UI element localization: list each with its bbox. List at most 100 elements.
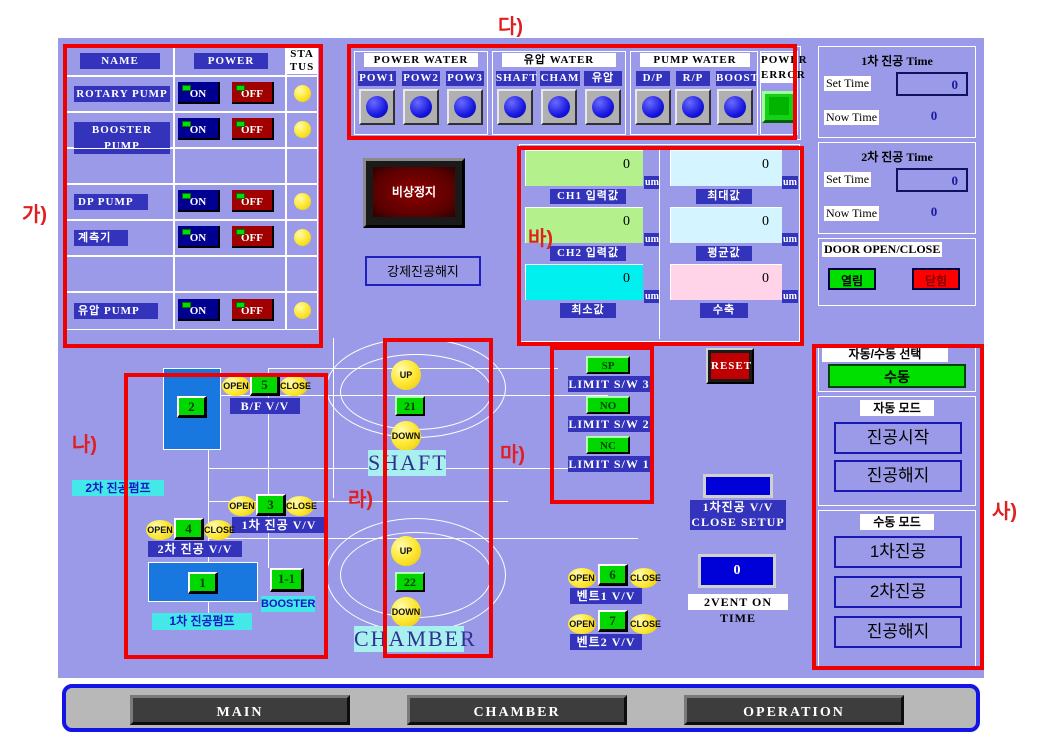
bf-valve-open-circle[interactable]: OPEN: [222, 376, 250, 396]
cham-water-indicator-button[interactable]: [541, 89, 577, 125]
boost-water-indicator-button[interactable]: [717, 89, 753, 125]
pow1-label: POW1: [358, 71, 396, 86]
limit-switch-2-state[interactable]: NO: [586, 396, 630, 414]
shaft-position-value[interactable]: 21: [395, 396, 425, 416]
vent2-open-circle[interactable]: OPEN: [568, 614, 596, 634]
vent-on-time-input[interactable]: 0: [698, 554, 776, 588]
nav-button-main[interactable]: MAIN: [130, 695, 350, 725]
primary-set-time-label: Set Time: [824, 76, 872, 91]
valve-5-button[interactable]: 5: [250, 374, 280, 396]
indicator-core: [769, 97, 789, 115]
dp-water-indicator-button[interactable]: [635, 89, 671, 125]
secondary-set-time-label: Set Time: [824, 172, 872, 187]
shaft-water-indicator-button[interactable]: [497, 89, 533, 125]
open-label: OPEN: [569, 619, 595, 629]
close-setup-value-box[interactable]: [703, 474, 773, 498]
vent1-open-circle[interactable]: OPEN: [568, 568, 596, 588]
gauge-off-button[interactable]: OFF: [232, 226, 274, 248]
gauge-on-button[interactable]: ON: [178, 226, 220, 248]
nav-button-chamber[interactable]: CHAMBER: [407, 695, 627, 725]
primary-valve-open-circle[interactable]: OPEN: [228, 496, 256, 516]
limit-switch-1-state[interactable]: NC: [586, 436, 630, 454]
close-label: CLOSE: [630, 573, 662, 583]
shrinkage-caption: 수축: [700, 303, 748, 318]
valve-2-button[interactable]: 2: [177, 396, 207, 418]
hydraulic-water-label: 유압: [584, 71, 622, 86]
measurement-values-panel: 0 um CH1 입력값 0 um CH2 입력값 0 um 최소값 0 um …: [519, 144, 800, 342]
valve-3-button[interactable]: 3: [256, 494, 286, 516]
close-label: CLOSE: [204, 525, 236, 535]
led-indicator: [236, 85, 245, 91]
gauge-status-lamp: [294, 229, 311, 246]
hydraulic-water-indicator-button[interactable]: [585, 89, 621, 125]
auto-vacuum-start-button[interactable]: 진공시작: [834, 422, 962, 454]
pump-name-gauge: 계측기: [74, 230, 128, 246]
hydraulic-pump-on-button[interactable]: ON: [178, 299, 220, 321]
vent2-close-circle[interactable]: CLOSE: [630, 614, 661, 634]
chamber-down-button[interactable]: DOWN: [391, 597, 421, 627]
door-open-button[interactable]: 열림: [828, 268, 876, 290]
bottom-navigation-bar: MAIN CHAMBER OPERATION: [62, 684, 980, 732]
annotation-label-da: 다): [498, 16, 524, 38]
close-label: CLOSE: [280, 381, 312, 391]
chamber-up-button[interactable]: UP: [391, 536, 421, 566]
pow3-indicator-button[interactable]: [447, 89, 483, 125]
bf-valve-close-circle[interactable]: CLOSE: [280, 376, 312, 396]
emergency-stop-button[interactable]: 비상정지: [363, 158, 465, 228]
door-close-button[interactable]: 닫힘: [912, 268, 960, 290]
secondary-set-time-input[interactable]: 0: [896, 168, 968, 192]
secondary-valve-open-circle[interactable]: OPEN: [146, 520, 174, 540]
valve-6-button[interactable]: 6: [598, 564, 628, 586]
valve-1-button[interactable]: 1: [188, 572, 218, 594]
rotary-pump-off-button[interactable]: OFF: [232, 82, 274, 104]
manual-primary-vacuum-button[interactable]: 1차진공: [834, 536, 962, 568]
valve-7-button[interactable]: 7: [598, 610, 628, 632]
lamp-icon: [682, 96, 704, 118]
primary-set-time-input[interactable]: 0: [896, 72, 968, 96]
rotary-pump-on-button[interactable]: ON: [178, 82, 220, 104]
reset-button[interactable]: RESET: [706, 348, 754, 384]
primary-now-time-label: Now Time: [824, 110, 880, 125]
rp-water-indicator-button[interactable]: [675, 89, 711, 125]
min-caption: 최소값: [560, 303, 616, 318]
secondary-valve-close-circle[interactable]: CLOSE: [204, 520, 236, 540]
led-indicator: [182, 229, 191, 235]
secondary-vacuum-valve-label: 2차 진공 V/V: [148, 541, 242, 557]
power-error-line-2: ERROR: [761, 69, 806, 81]
primary-valve-close-circle[interactable]: CLOSE: [286, 496, 317, 516]
table-row-empty-power: [174, 148, 286, 184]
auto-vacuum-release-button[interactable]: 진공해지: [834, 460, 962, 492]
power-error-indicator[interactable]: [762, 91, 796, 123]
ch2-caption: CH2 입력값: [550, 246, 626, 261]
lamp-icon: [504, 96, 526, 118]
force-vacuum-release-button[interactable]: 강제진공해지: [365, 256, 481, 286]
shaft-down-button[interactable]: DOWN: [391, 421, 421, 451]
vent1-close-circle[interactable]: CLOSE: [630, 568, 662, 588]
pump-water-title: PUMP WATER: [640, 53, 750, 67]
annotation-label-ba: 바): [528, 228, 554, 250]
close-setup-label: 1차진공 V/V CLOSE SETUP: [690, 500, 786, 530]
nav-button-operation[interactable]: OPERATION: [684, 695, 904, 725]
limit-switch-3-state[interactable]: SP: [586, 356, 630, 374]
pow3-label: POW3: [446, 71, 484, 86]
dp-pump-on-button[interactable]: ON: [178, 190, 220, 212]
table-row-empty: [66, 256, 174, 292]
pow2-indicator-button[interactable]: [403, 89, 439, 125]
booster-valve-button[interactable]: 1-1: [270, 568, 304, 592]
booster-pump-off-button[interactable]: OFF: [232, 118, 274, 140]
valve-4-button[interactable]: 4: [174, 518, 204, 540]
schematic-line-v3: [333, 338, 334, 498]
shaft-up-button[interactable]: UP: [391, 360, 421, 390]
hydraulic-pump-off-button[interactable]: OFF: [232, 299, 274, 321]
dp-pump-off-button[interactable]: OFF: [232, 190, 274, 212]
mode-select-title: 자동/수동 선택: [822, 346, 948, 362]
manual-secondary-vacuum-button[interactable]: 2차진공: [834, 576, 962, 608]
pow1-indicator-button[interactable]: [359, 89, 395, 125]
booster-pump-on-button[interactable]: ON: [178, 118, 220, 140]
manual-vacuum-release-button[interactable]: 진공해지: [834, 616, 962, 648]
chamber-down-label: DOWN: [391, 607, 421, 617]
booster-label: BOOSTER: [261, 596, 316, 612]
current-mode-toggle[interactable]: 수동: [828, 364, 966, 388]
chamber-position-value[interactable]: 22: [395, 572, 425, 592]
led-indicator: [182, 121, 191, 127]
